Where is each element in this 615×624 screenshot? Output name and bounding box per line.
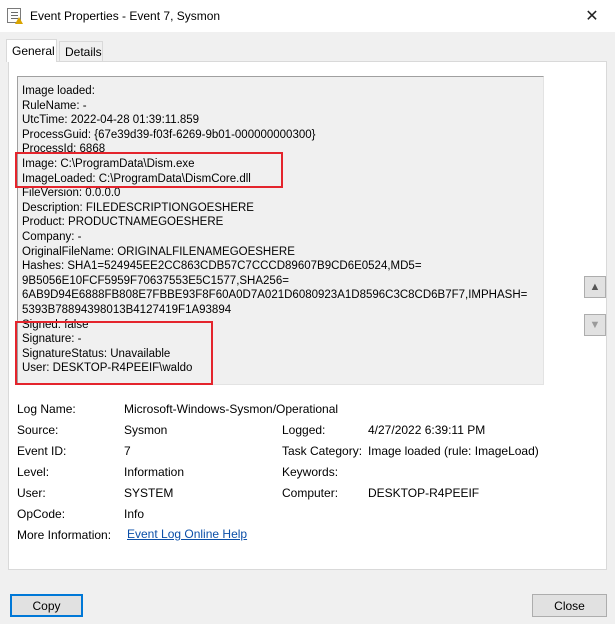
event-line: 6AB9D94E6888FB808E7FBBE93F8F60A0D7A021D6… bbox=[22, 289, 528, 302]
tab-details[interactable]: Details bbox=[59, 41, 103, 61]
event-line: 5393B78894398013B4127419F1A93894 bbox=[22, 303, 232, 316]
event-line: OriginalFileName: ORIGINALFILENAMEGOESHE… bbox=[22, 245, 295, 258]
task-category-value: Image loaded (rule: ImageLoad) bbox=[368, 444, 539, 458]
event-id-label: Event ID: bbox=[17, 444, 67, 458]
opcode-label: OpCode: bbox=[17, 507, 66, 521]
logged-value: 4/27/2022 6:39:11 PM bbox=[368, 423, 486, 437]
event-line: ImageLoaded: C:\ProgramData\DismCore.dll bbox=[22, 172, 251, 185]
event-line: Signed: false bbox=[22, 318, 89, 331]
more-information-label: More Information: bbox=[17, 528, 112, 542]
event-line: Hashes: SHA1=524945EE2CC863CDB57C7CCCD89… bbox=[22, 260, 422, 273]
level-label: Level: bbox=[17, 465, 50, 479]
level-value: Information bbox=[124, 465, 185, 479]
user-label: User: bbox=[17, 486, 46, 500]
event-line: ProcessId: 6868 bbox=[22, 143, 106, 156]
computer-label: Computer: bbox=[282, 486, 339, 500]
title-bar: Event Properties - Event 7, Sysmon ✕ bbox=[0, 0, 615, 32]
event-line: User: DESKTOP-R4PEEIF\waldo bbox=[22, 362, 193, 375]
event-line: ProcessGuid: {67e39d39-f03f-6269-9b01-00… bbox=[22, 128, 316, 141]
event-line: RuleName: - bbox=[22, 99, 87, 112]
log-name-value: Microsoft-Windows-Sysmon/Operational bbox=[124, 402, 339, 416]
event-properties-icon bbox=[7, 8, 23, 24]
window-title: Event Properties - Event 7, Sysmon bbox=[30, 9, 221, 23]
copy-button[interactable]: Copy bbox=[10, 594, 83, 617]
event-description-box[interactable]: Image loaded: RuleName: - UtcTime: 2022-… bbox=[17, 76, 544, 385]
source-label: Source: bbox=[17, 423, 59, 437]
event-line: Image: C:\ProgramData\Dism.exe bbox=[22, 157, 195, 170]
event-line: 9B5056E10FCF5959F70637553E5C1577,SHA256= bbox=[22, 274, 289, 287]
event-line: Image loaded: bbox=[22, 85, 95, 97]
close-button[interactable]: Close bbox=[532, 594, 607, 617]
previous-event-button[interactable]: ▲ bbox=[584, 276, 606, 298]
event-line: Product: PRODUCTNAMEGOESHERE bbox=[22, 216, 224, 229]
log-name-label: Log Name: bbox=[17, 402, 76, 416]
task-category-label: Task Category: bbox=[282, 444, 363, 458]
event-line: UtcTime: 2022-04-28 01:39:11.859 bbox=[22, 114, 200, 127]
event-line: Company: - bbox=[22, 230, 82, 243]
tab-general[interactable]: General bbox=[6, 39, 57, 62]
next-event-button[interactable]: ▼ bbox=[584, 314, 606, 336]
source-value: Sysmon bbox=[124, 423, 168, 437]
logged-label: Logged: bbox=[282, 423, 326, 437]
user-value: SYSTEM bbox=[124, 486, 174, 500]
event-id-value: 7 bbox=[124, 444, 131, 458]
event-line: FileVersion: 0.0.0.0 bbox=[22, 187, 121, 200]
keywords-label: Keywords: bbox=[282, 465, 339, 479]
arrow-down-icon: ▼ bbox=[589, 319, 601, 331]
computer-value: DESKTOP-R4PEEIF bbox=[368, 486, 480, 500]
event-line: Description: FILEDESCRIPTIONGOESHERE bbox=[22, 201, 254, 214]
event-line: SignatureStatus: Unavailable bbox=[22, 347, 171, 360]
event-line: Signature: - bbox=[22, 333, 82, 346]
arrow-up-icon: ▲ bbox=[589, 281, 601, 293]
opcode-value: Info bbox=[124, 507, 145, 521]
event-log-online-help-link[interactable]: Event Log Online Help bbox=[127, 527, 247, 541]
close-window-icon[interactable]: ✕ bbox=[569, 0, 615, 32]
